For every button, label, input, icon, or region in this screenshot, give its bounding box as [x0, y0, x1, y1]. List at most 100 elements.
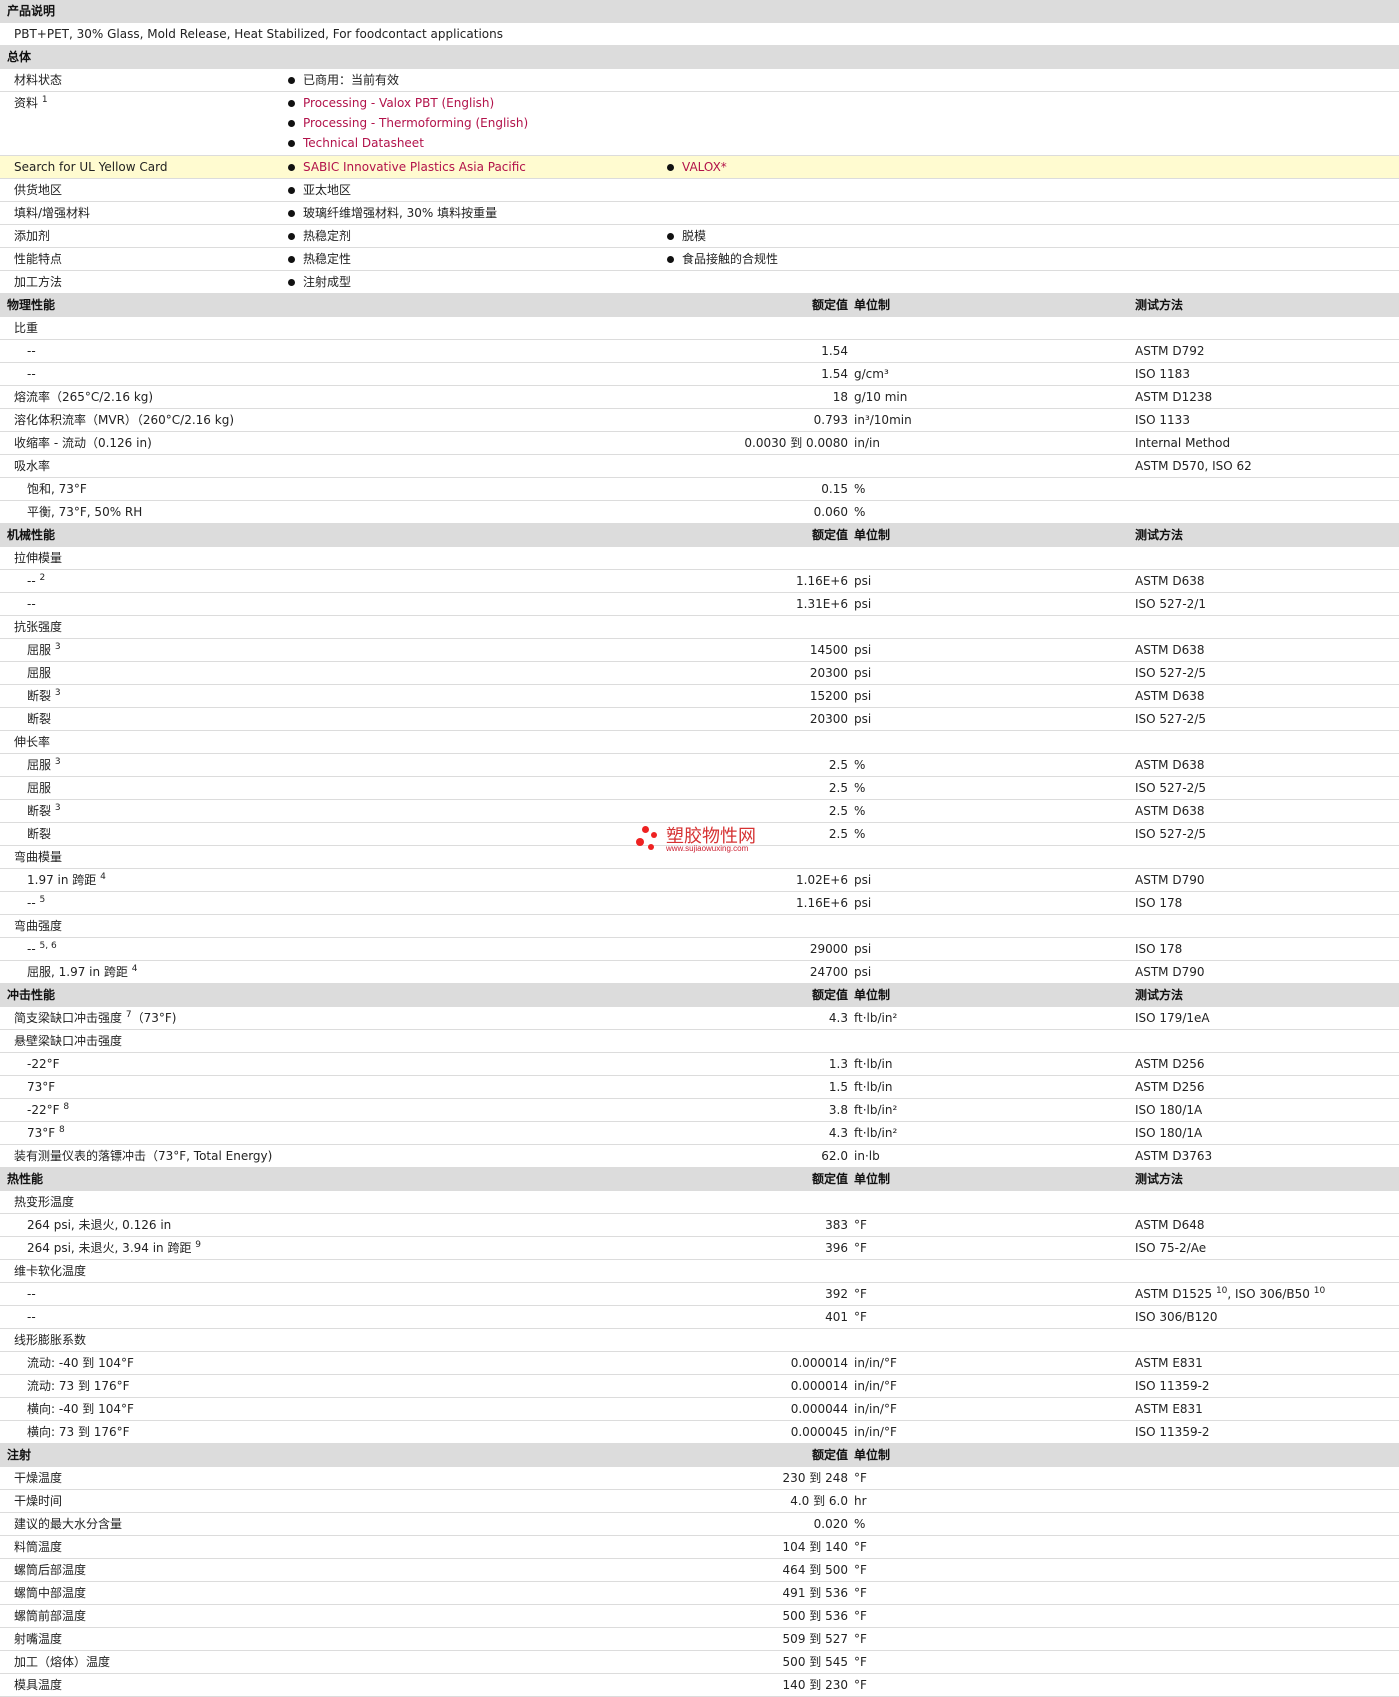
property-row: 流动: -40 到 104°F 0.000014 in/in/°F ASTM E831 [0, 1352, 1399, 1375]
bullet-text: 注射成型 [303, 275, 352, 289]
property-row: 建议的最大水分含量 0.020% [0, 1513, 1399, 1536]
property-row: 饱和, 73°F 0.15% [0, 478, 1399, 501]
document-link[interactable]: Technical Datasheet [288, 132, 424, 154]
rated-value: 4.3 [828, 1011, 848, 1025]
rated-value: 0.060 [813, 505, 848, 519]
bullet-icon [667, 256, 674, 263]
rated-value: 1.16E+6 [796, 574, 848, 588]
rated-value: 20300 [809, 666, 848, 680]
unit-value: ft·lb/in² [854, 1103, 898, 1117]
column-header-unit: 单位制 [854, 1172, 891, 1186]
column-header-rated: 额定值 [811, 528, 848, 542]
test-method: ASTM D570, ISO 62 [1135, 455, 1252, 477]
watermark-url: www.sujiaowuxing.com [666, 844, 749, 853]
rated-value: 1.16E+6 [796, 896, 848, 910]
unit-value: °F [854, 1655, 867, 1669]
property-label: 热变形温度 [14, 1191, 74, 1213]
rated-value: 396 [825, 1241, 848, 1255]
property-row: 比重 [0, 317, 1399, 340]
row-documents: 资料 1 Processing - Valox PBT (English) Proc… [0, 92, 1399, 156]
field-label: 材料状态 [14, 73, 63, 87]
bullet-text: 热稳定性 [303, 252, 352, 266]
unit-value: in³/10min [854, 413, 912, 427]
field-label-text: 资料 [14, 96, 39, 110]
unit-value: °F [854, 1563, 867, 1577]
unit-value: °F [854, 1609, 867, 1623]
document-link[interactable]: Processing - Thermoforming (English) [288, 112, 528, 134]
property-row: 平衡, 73°F, 50% RH 0.060% [0, 501, 1399, 524]
field-label: 加工方法 [14, 275, 63, 289]
test-method-text: ISO 75-2/Ae [1135, 1241, 1207, 1255]
unit-value: psi [854, 643, 872, 657]
property-row: 屈服 20300 psi ISO 527-2/5 [0, 662, 1399, 685]
test-method-text: ASTM D1238 [1135, 390, 1213, 404]
test-method-text: , ISO 306/B50 [1227, 1287, 1310, 1301]
property-row: -- 5, 6 29000 psi ISO 178 [0, 938, 1399, 961]
rated-value: 2.5 [828, 804, 848, 818]
unit-value: % [854, 758, 866, 772]
bullet-item: 热稳定性 [288, 248, 351, 270]
property-row: -- 401 °F ISO 306/B120 [0, 1306, 1399, 1329]
test-method-text: ISO 180/1A [1135, 1103, 1203, 1117]
property-row: 断裂 3 15200 psi ASTM D638 [0, 685, 1399, 708]
test-method-text: ISO 527-2/5 [1135, 666, 1206, 680]
rated-value: 1.31E+6 [796, 597, 848, 611]
rated-value: 383 [825, 1218, 848, 1232]
test-method: ASTM D256 [1135, 1053, 1204, 1075]
document-link[interactable]: VALOX* [667, 156, 727, 178]
watermark-dot [651, 832, 657, 838]
test-method: ASTM D1238 [1135, 386, 1212, 408]
test-method: ISO 1133 [1135, 409, 1190, 431]
test-method-text: ISO 527-2/5 [1135, 827, 1206, 841]
ul-search-link[interactable]: Search for UL Yellow Card [14, 156, 167, 178]
unit-value: psi [854, 712, 872, 726]
test-method-text: ASTM D790 [1135, 873, 1205, 887]
property-row: 屈服 2.5% ISO 527-2/5 [0, 777, 1399, 800]
rated-value: 4.3 [828, 1126, 848, 1140]
field-label: 性能特点 [14, 252, 63, 266]
property-label: 比重 [14, 317, 38, 339]
property-row: 屈服, 1.97 in 跨距 4 24700 psi ASTM D790 [0, 961, 1399, 984]
test-method: ASTM D790 [1135, 961, 1204, 983]
field-label: 添加剂 [14, 229, 51, 243]
document-link[interactable]: Processing - Valox PBT (English) [288, 92, 494, 114]
unit-value: in·lb [854, 1149, 880, 1163]
unit-value: ft·lb/in² [854, 1126, 898, 1140]
test-method-text: ASTM D1525 [1135, 1287, 1213, 1301]
property-label-text: 热变形温度 [14, 1195, 75, 1209]
rated-value: 1.5 [828, 1080, 848, 1094]
property-row: 模具温度 140 到 230 °F [0, 1674, 1399, 1697]
unit-value: °F [854, 1310, 867, 1324]
bullet-item: 注射成型 [288, 271, 351, 293]
unit-value: in/in/°F [854, 1379, 897, 1393]
field-label: 填料/增强材料 [14, 206, 91, 220]
unit-value: °F [854, 1287, 867, 1301]
rated-value: 29000 [809, 942, 848, 956]
test-method: ASTM D638 [1135, 570, 1204, 592]
property-row: 264 psi, 未退火, 0.126 in 383 °F ASTM D648 [0, 1214, 1399, 1237]
column-header-unit: 单位制 [854, 1448, 891, 1462]
field-label: 资料 1 [14, 92, 48, 114]
bullet-item: 玻璃纤维增强材料, 30% 填料按重量 [288, 202, 497, 224]
row-ul-yellow-card: Search for UL Yellow Card SABIC Innovativ… [0, 156, 1399, 179]
test-method-text: ISO 527-2/1 [1135, 597, 1206, 611]
test-method-text: ASTM E831 [1135, 1402, 1203, 1416]
property-row: 流动: 73 到 176°F 0.000014 in/in/°F ISO 11359-… [0, 1375, 1399, 1398]
unit-value: % [854, 1517, 866, 1531]
unit-value: °F [854, 1471, 867, 1485]
unit-value: psi [854, 896, 872, 910]
row-additive: 添加剂 热稳定剂 脱模 [0, 225, 1399, 248]
test-method-text: ASTM D570, ISO 62 [1135, 459, 1252, 473]
column-header-rated: 额定值 [811, 298, 848, 312]
unit-value: in/in/°F [854, 1402, 897, 1416]
test-method-text: ASTM D3763 [1135, 1149, 1213, 1163]
document-link[interactable]: SABIC Innovative Plastics Asia Pacific [288, 156, 526, 178]
property-row: 横向: 73 到 176°F 0.000045 in/in/°F ISO 11359-… [0, 1421, 1399, 1444]
test-method: ISO 179/1eA [1135, 1007, 1210, 1029]
unit-value: °F [854, 1586, 867, 1600]
test-method: ASTM D648 [1135, 1214, 1204, 1236]
test-method: ASTM D790 [1135, 869, 1204, 891]
column-header-unit: 单位制 [854, 988, 891, 1002]
property-row: -- 1.54 g/cm³ ISO 1183 [0, 363, 1399, 386]
bullet-item: 食品接触的合规性 [667, 248, 778, 270]
